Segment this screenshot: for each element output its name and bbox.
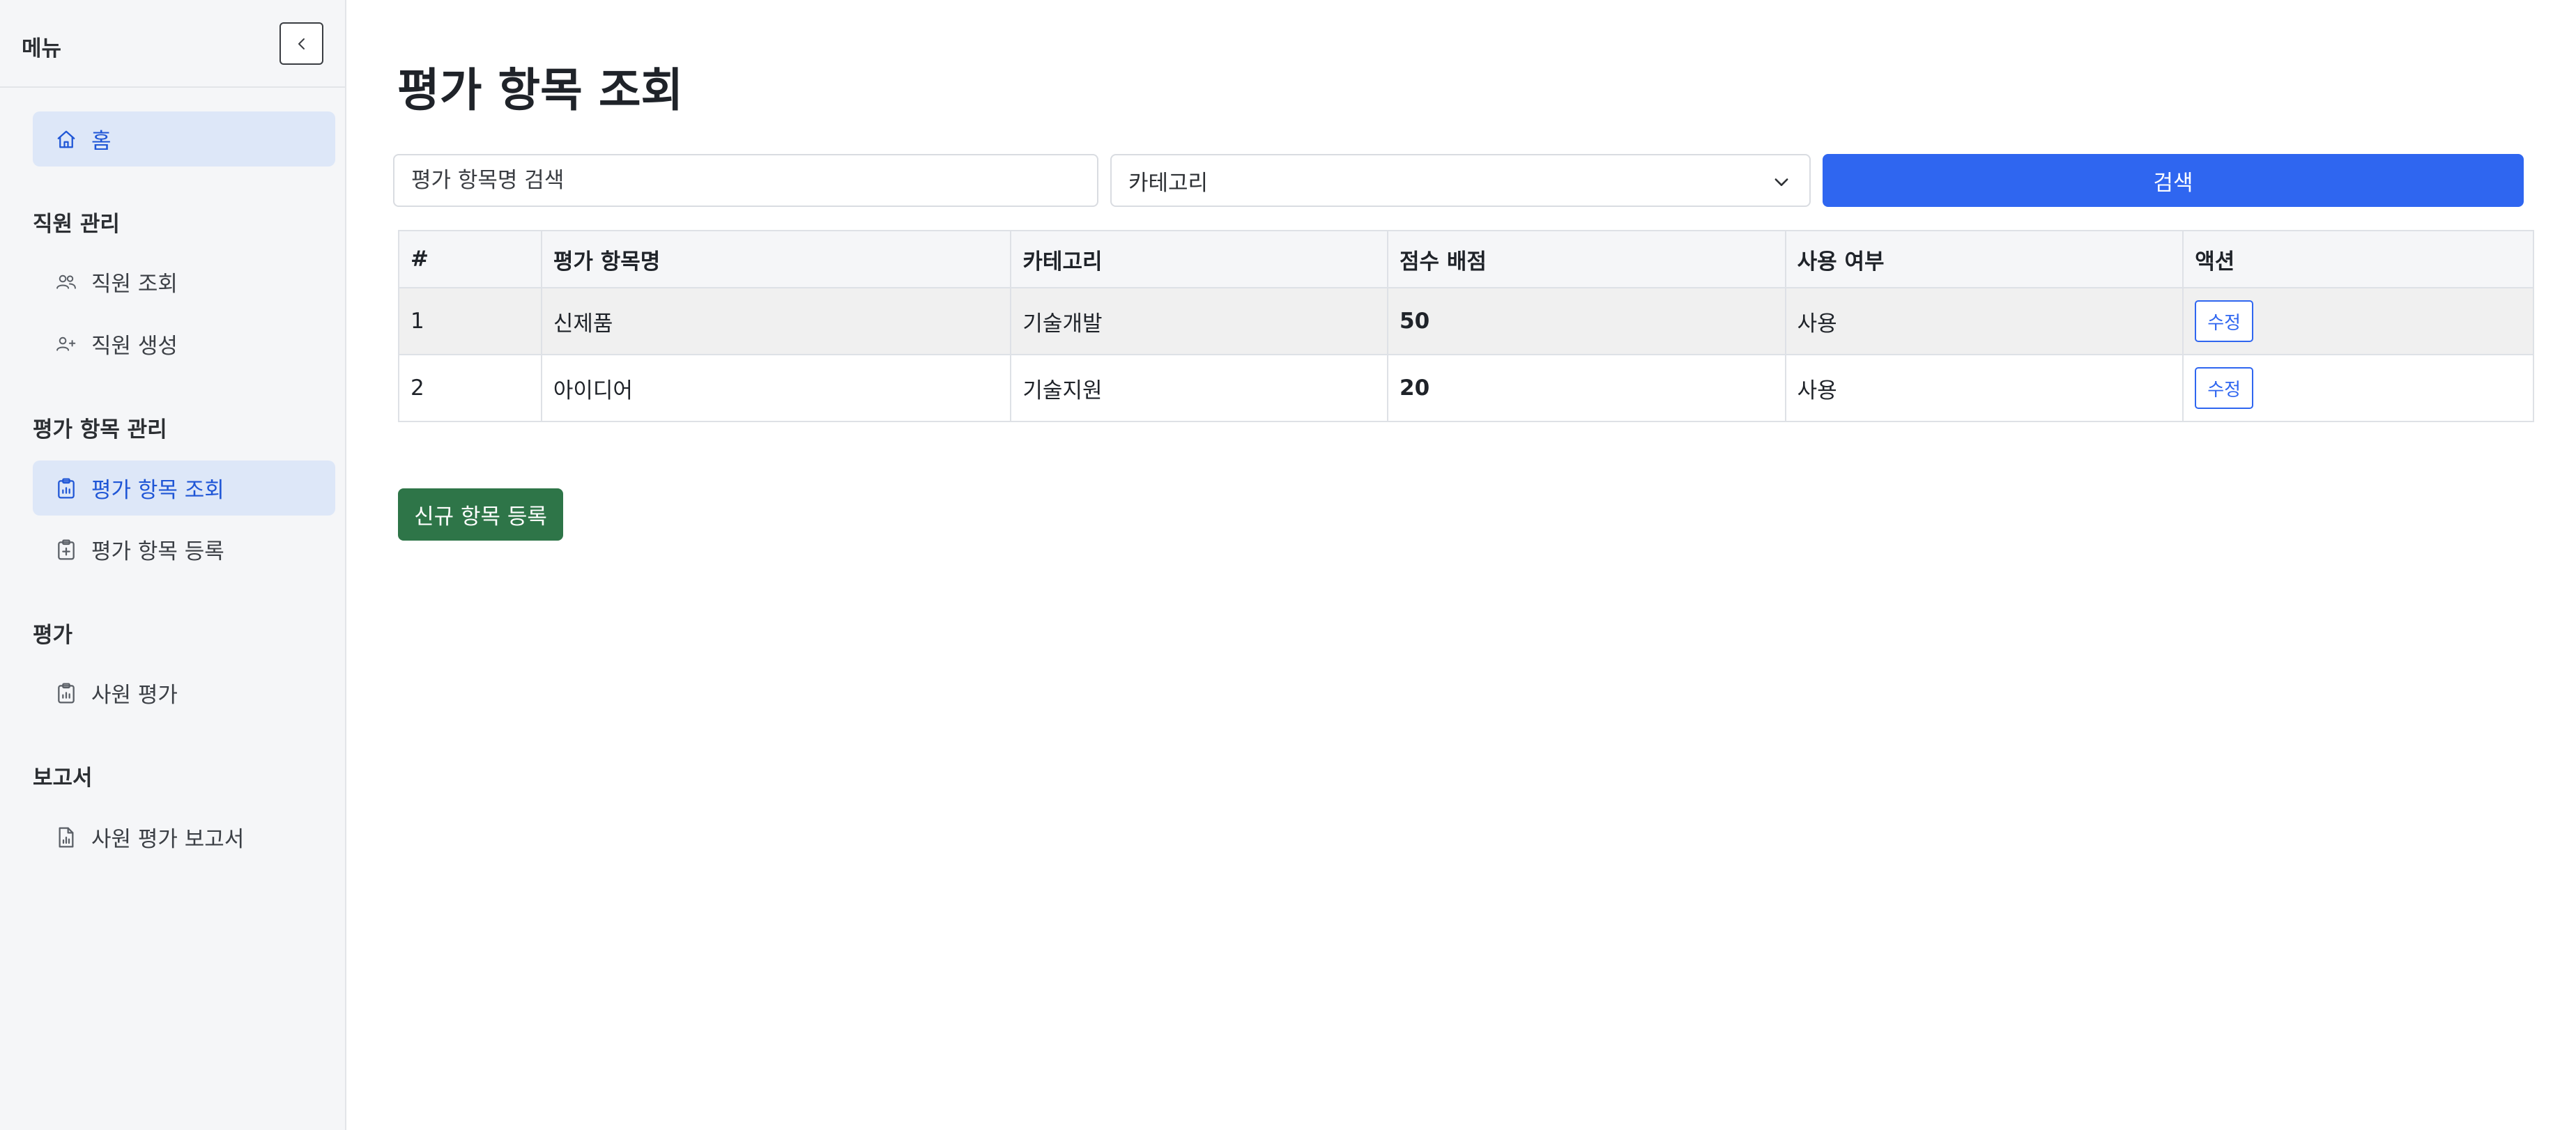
cell-category: 기술개발 — [1010, 287, 1389, 355]
sidebar-item-label: 직원 조회 — [91, 272, 178, 297]
section-title-report: 보고서 — [33, 766, 93, 791]
home-icon — [54, 127, 78, 151]
cell-name: 아이디어 — [540, 354, 1012, 422]
cell-usage: 사용 — [1784, 354, 2184, 422]
sidebar-title: 메뉴 — [22, 36, 62, 61]
table-row: 2 아이디어 기술지원 20 사용 수정 — [398, 354, 2534, 422]
column-header-usage: 사용 여부 — [1784, 230, 2184, 288]
chevron-left-icon — [298, 38, 305, 49]
column-header-number: # — [398, 230, 542, 288]
column-header-action: 액션 — [2182, 230, 2534, 288]
cell-number: 1 — [398, 287, 542, 355]
search-button[interactable]: 검색 — [1823, 154, 2524, 207]
evaluation-items-table: # 평가 항목명 카테고리 점수 배점 사용 여부 액션 1 신제품 기술개발 … — [398, 230, 2534, 422]
clipboard-icon — [54, 681, 78, 705]
cell-number: 2 — [398, 354, 542, 422]
cell-score: 50 — [1387, 287, 1786, 355]
sidebar-item-evaluation-create[interactable]: 평가 항목 등록 — [33, 522, 335, 577]
page-title: 평가 항목 조회 — [397, 63, 684, 117]
sidebar-item-label: 사원 평가 보고서 — [91, 827, 245, 852]
collapse-sidebar-button[interactable] — [279, 22, 323, 65]
column-header-score: 점수 배점 — [1387, 230, 1786, 288]
cell-action: 수정 — [2182, 354, 2534, 422]
sidebar-item-employee-create[interactable]: 직원 생성 — [33, 316, 335, 371]
sidebar-item-label: 평가 항목 조회 — [91, 478, 224, 503]
cell-score: 20 — [1387, 354, 1786, 422]
user-plus-icon — [54, 332, 78, 356]
new-item-button[interactable]: 신규 항목 등록 — [398, 488, 563, 541]
sidebar-item-employee-list[interactable]: 직원 조회 — [33, 254, 335, 309]
sidebar-item-label: 사원 평가 — [91, 683, 178, 708]
file-chart-icon — [54, 826, 78, 849]
cell-action: 수정 — [2182, 287, 2534, 355]
table-header-row: # 평가 항목명 카테고리 점수 배점 사용 여부 액션 — [398, 230, 2534, 288]
sidebar: 메뉴 홈 직원 관리 직원 조회 직원 생성 평가 항목 관리 평가 항목 조회… — [0, 0, 346, 1130]
search-input[interactable] — [393, 154, 1098, 207]
sidebar-item-evaluation-report[interactable]: 사원 평가 보고서 — [33, 810, 335, 865]
clipboard-list-icon — [54, 477, 78, 500]
sidebar-item-label: 홈 — [91, 129, 112, 154]
sidebar-item-employee-evaluation[interactable]: 사원 평가 — [33, 665, 335, 720]
category-select-value: 카테고리 — [1128, 170, 1209, 196]
cell-name: 신제품 — [540, 287, 1012, 355]
users-icon — [54, 270, 78, 294]
sidebar-header: 메뉴 — [0, 0, 345, 88]
cell-category: 기술지원 — [1010, 354, 1389, 422]
sidebar-item-home[interactable]: 홈 — [33, 111, 335, 167]
chevron-down-icon — [1774, 178, 1788, 186]
edit-button[interactable]: 수정 — [2195, 300, 2254, 342]
section-title-evaluation-items: 평가 항목 관리 — [33, 417, 167, 442]
clipboard-plus-icon — [54, 538, 78, 562]
sidebar-item-label: 평가 항목 등록 — [91, 539, 224, 564]
sidebar-item-evaluation-list[interactable]: 평가 항목 조회 — [33, 460, 335, 516]
category-select[interactable]: 카테고리 — [1110, 154, 1811, 207]
column-header-name: 평가 항목명 — [540, 230, 1012, 288]
section-title-employee: 직원 관리 — [33, 212, 120, 237]
section-title-evaluation: 평가 — [33, 623, 73, 648]
table-row: 1 신제품 기술개발 50 사용 수정 — [398, 287, 2534, 355]
column-header-category: 카테고리 — [1010, 230, 1389, 288]
cell-usage: 사용 — [1784, 287, 2184, 355]
edit-button[interactable]: 수정 — [2195, 367, 2254, 409]
sidebar-item-label: 직원 생성 — [91, 334, 178, 359]
